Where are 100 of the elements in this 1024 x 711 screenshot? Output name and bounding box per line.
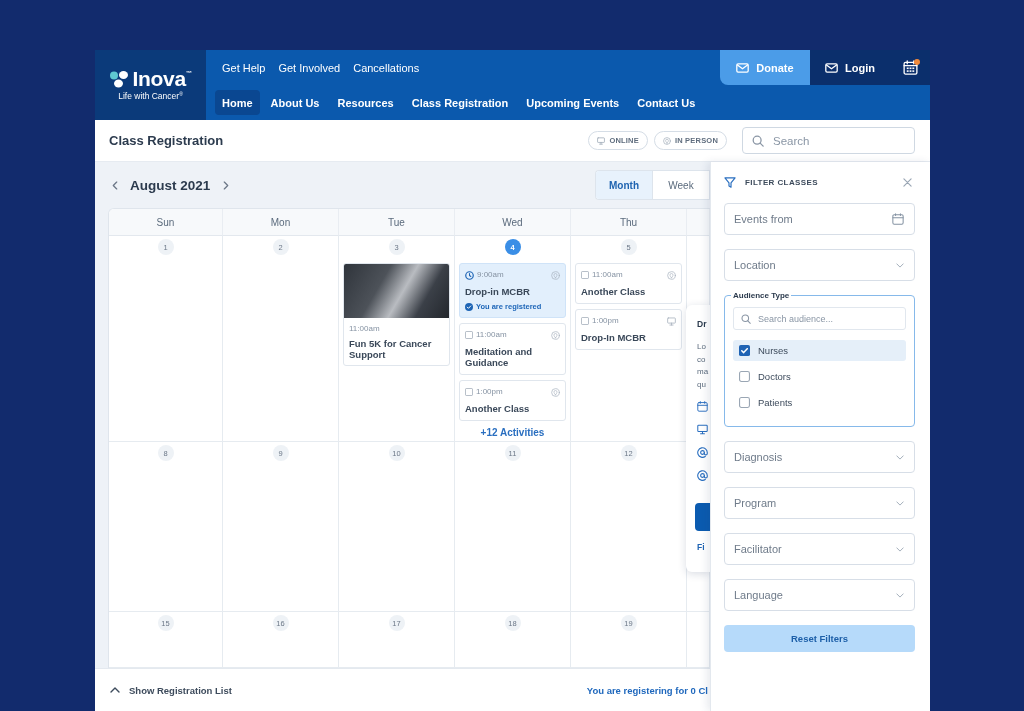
checkbox[interactable] xyxy=(739,371,750,382)
checkbox[interactable] xyxy=(739,345,750,356)
weekday-header: Tue xyxy=(339,209,455,236)
logo-tagline: Life with Cancer$^{®}$ xyxy=(118,91,183,102)
reset-filters-button[interactable]: Reset Filters xyxy=(724,625,915,652)
logo-wordmark: Inova$^{™}$ xyxy=(132,68,192,90)
nav-tab[interactable]: Class Registration xyxy=(404,90,516,115)
audience-option[interactable]: Patients xyxy=(733,392,906,413)
header-link[interactable]: Get Help xyxy=(222,61,266,74)
more-activities-link[interactable]: +12 Activities xyxy=(480,427,545,438)
monitor-icon xyxy=(697,424,708,435)
event-card[interactable]: 11:00am Fun 5K for Cancer Support xyxy=(343,263,450,366)
chevron-right-icon xyxy=(223,180,230,190)
filter-select[interactable]: Language xyxy=(724,579,915,611)
event-title: Another Class xyxy=(581,286,647,297)
weekday-header: Mon xyxy=(223,209,339,236)
chevron-left-icon xyxy=(112,180,118,190)
popover-text: qu xyxy=(697,378,707,391)
event-time: 11:00am xyxy=(476,330,507,340)
event-card[interactable]: 1:00pm Drop-In MCBR xyxy=(575,309,682,350)
search-icon xyxy=(752,134,764,147)
envelope-icon xyxy=(736,62,750,73)
event-card[interactable]: 11:00am Meditation and Guidance xyxy=(459,323,566,375)
event-time: 1:00pm xyxy=(476,387,503,397)
weekday-header: Thu xyxy=(571,209,687,236)
registration-summary: You are registering for 0 Cl xyxy=(586,684,708,696)
filter-select[interactable]: Diagnosis xyxy=(724,441,915,473)
filter-legend: Audience Type xyxy=(731,291,792,300)
close-icon xyxy=(903,177,912,187)
event-card[interactable]: 1:00pm Another Class xyxy=(459,380,566,421)
weekday-header: Wed xyxy=(455,209,571,236)
popover-link[interactable]: Fi xyxy=(697,541,705,553)
location-pin-icon xyxy=(667,270,676,280)
event-title: Meditation and Guidance xyxy=(465,346,534,368)
logo-icon xyxy=(109,70,130,88)
event-title: Another Class xyxy=(465,403,531,414)
monitor-icon xyxy=(597,136,606,145)
location-pin-icon xyxy=(551,387,560,397)
event-title: Drop-In MCBR xyxy=(581,332,647,343)
location-pin-icon xyxy=(551,330,560,340)
date-field[interactable]: Events from xyxy=(724,203,915,235)
page-title: Class Registration xyxy=(109,133,225,148)
chevron-up-icon xyxy=(110,687,120,693)
audience-option[interactable]: Doctors xyxy=(733,366,906,387)
location-pin-icon xyxy=(662,136,671,145)
location-pin-icon xyxy=(551,270,560,280)
event-time: 11:00am xyxy=(592,270,623,280)
header-link[interactable]: Get Involved xyxy=(278,61,341,74)
event-time: 9:00am xyxy=(477,270,504,280)
event-card[interactable]: 11:00am Another Class xyxy=(575,263,682,304)
event-time: 1:00pm xyxy=(592,316,619,326)
checkbox[interactable] xyxy=(739,397,750,408)
filter-select[interactable]: Program xyxy=(724,487,915,519)
nav-tab[interactable]: Upcoming Events xyxy=(519,90,627,115)
calendar-icon xyxy=(892,213,904,225)
popover-text: co xyxy=(697,353,707,366)
nav-tab[interactable]: About Us xyxy=(263,90,327,115)
previous-month-button[interactable] xyxy=(111,178,119,192)
popover-title: Dr xyxy=(697,318,707,330)
event-title: Fun 5K for Cancer Support xyxy=(349,338,433,360)
chevron-down-icon xyxy=(896,500,904,506)
chevron-down-icon xyxy=(896,592,904,598)
event-time: 11:00am xyxy=(349,324,381,334)
nav-tab[interactable]: Home xyxy=(215,90,260,115)
search-icon xyxy=(741,313,751,324)
calendar-icon xyxy=(697,401,708,412)
filter-select[interactable]: Location xyxy=(724,249,915,281)
event-title: Drop-in MCBR xyxy=(465,286,531,297)
check-circle-icon xyxy=(465,302,473,311)
popover-text: Lo xyxy=(697,341,707,353)
audience-option[interactable]: Nurses xyxy=(733,340,906,361)
login-button[interactable]: Login xyxy=(810,50,890,85)
filter-title: FILTER CLASSES xyxy=(745,177,819,187)
checkbox[interactable] xyxy=(465,331,473,339)
checkbox[interactable] xyxy=(581,317,589,325)
action-button[interactable] xyxy=(695,503,710,531)
nav-tab[interactable]: Resources xyxy=(330,90,401,115)
monitor-icon xyxy=(667,316,676,326)
chevron-down-icon xyxy=(896,546,904,552)
envelope-icon xyxy=(825,62,839,73)
popover-text: ma xyxy=(697,366,709,378)
month-label: August 2021 xyxy=(130,177,211,193)
at-sign-icon xyxy=(697,447,708,458)
checkbox[interactable] xyxy=(465,388,473,396)
header-link[interactable]: Cancellations xyxy=(353,61,420,74)
checkbox[interactable] xyxy=(581,271,589,279)
chevron-down-icon xyxy=(896,262,904,268)
view-tab[interactable]: Month xyxy=(596,171,653,199)
registration-list-toggle[interactable]: Show Registration List xyxy=(110,684,232,696)
nav-tab[interactable]: Contact Us xyxy=(630,90,703,115)
filter-select[interactable]: Facilitator xyxy=(724,533,915,565)
calendar-button[interactable] xyxy=(890,50,930,85)
next-month-button[interactable] xyxy=(222,178,231,192)
calendar-icon xyxy=(902,60,918,75)
filter-icon xyxy=(724,176,736,188)
weekday-header: Sun xyxy=(109,209,223,236)
clock-icon xyxy=(465,270,474,280)
at-sign-icon xyxy=(697,470,708,481)
close-button[interactable] xyxy=(903,177,912,187)
chevron-down-icon xyxy=(896,454,904,460)
